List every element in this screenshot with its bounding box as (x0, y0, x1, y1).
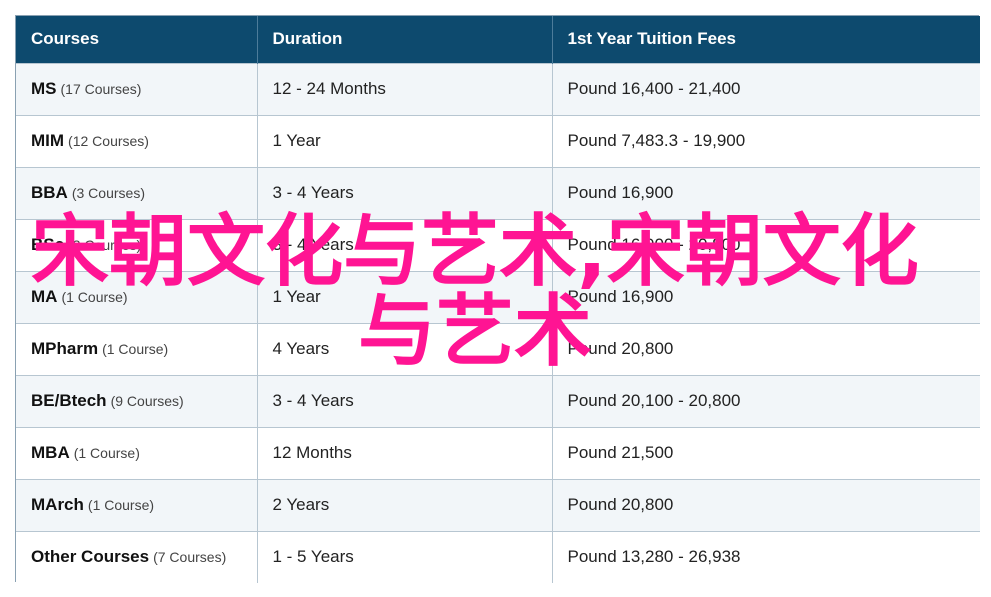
duration-cell: 3 - 4 Years (257, 374, 553, 427)
course-count: (1 Course) (102, 341, 169, 357)
header-duration: Duration (257, 16, 553, 63)
course-name[interactable]: MBA (31, 443, 70, 462)
courses-table: Courses Duration 1st Year Tuition Fees M… (16, 16, 980, 583)
table-row: BBA (3 Courses) 3 - 4 Years Pound 16,900 (16, 166, 980, 219)
table-row: Other Courses (7 Courses) 1 - 5 Years Pou… (16, 530, 980, 583)
fees-cell: Pound 20,100 - 20,800 (552, 374, 980, 427)
duration-cell: 3 - 4 Years (257, 166, 553, 219)
course-cell: MIM (12 Courses) (16, 114, 258, 167)
course-count: (1 Course) (73, 445, 140, 461)
course-cell: MArch (1 Course) (16, 478, 258, 531)
course-name[interactable]: MArch (31, 495, 84, 514)
course-name[interactable]: BBA (31, 183, 68, 202)
fees-cell: Pound 20,800 (552, 478, 980, 531)
fees-cell: Pound 7,483.3 - 19,900 (552, 114, 980, 167)
course-cell: MA (1 Course) (16, 270, 258, 323)
header-fees: 1st Year Tuition Fees (567, 29, 737, 49)
course-count: (1 Course) (87, 497, 155, 513)
table-row: BE/Btech (9 Courses) 3 - 4 Years Pound 20… (16, 374, 980, 427)
course-cell: BE/Btech (9 Courses) (16, 374, 258, 427)
course-count: (9 Courses) (110, 393, 184, 409)
courses-table-container: Courses Duration 1st Year Tuition Fees M… (15, 15, 980, 583)
course-cell: MBA (1 Course) (16, 426, 258, 479)
table-body: MS (17 Courses) 12 - 24 Months Pound 16,4… (16, 62, 980, 583)
course-cell: Other Courses (7 Courses) (16, 530, 258, 583)
duration-cell: 12 Months (257, 426, 553, 479)
header-courses: Courses (16, 16, 258, 63)
fees-cell: Pound 16,900 (552, 270, 980, 323)
fees-cell: Pound 16,400 - 21,400 (552, 62, 980, 115)
fees-cell: Pound 16,900 (552, 166, 980, 219)
duration-cell: 1 Year (257, 270, 553, 323)
course-count: (12 Courses) (68, 133, 149, 149)
course-name[interactable]: MIM (31, 131, 64, 150)
course-cell: BBA (3 Courses) (16, 166, 258, 219)
course-name[interactable]: MPharm (31, 339, 98, 358)
table-header: Courses Duration 1st Year Tuition Fees (16, 16, 980, 63)
course-count: (3 Courses) (71, 185, 145, 201)
duration-cell: 4 Years (257, 322, 553, 375)
table-row: BSc (3 Courses) 3 - 4 Years Pound 16,900 … (16, 218, 980, 271)
course-cell: BSc (3 Courses) (16, 218, 258, 271)
course-name[interactable]: BSc (31, 235, 64, 254)
fees-cell: Pound 20,800 (552, 322, 980, 375)
header-row: Courses Duration 1st Year Tuition Fees (16, 16, 980, 63)
course-count: (7 Courses) (153, 549, 227, 566)
table-row: MPharm (1 Course) 4 Years Pound 20,800 (16, 322, 980, 375)
course-cell: MPharm (1 Course) (16, 322, 258, 375)
fees-cell: Pound 16,900 - 20,800 (552, 218, 980, 271)
duration-cell: 12 - 24 Months (257, 62, 553, 115)
table-row: MA (1 Course) 1 Year Pound 16,900 (16, 270, 980, 323)
fees-cell: Pound 13,280 - 26,938 (552, 530, 980, 583)
course-name[interactable]: MS (31, 79, 57, 98)
course-count: (17 Courses) (60, 81, 142, 97)
course-name[interactable]: Other Courses (31, 547, 149, 566)
table-row: MIM (12 Courses) 1 Year Pound 7,483.3 - 1… (16, 114, 980, 167)
course-cell: MS (17 Courses) (16, 62, 258, 115)
duration-cell: 1 Year (257, 114, 553, 167)
duration-cell: 1 - 5 Years (257, 530, 553, 583)
table-row: MBA (1 Course) 12 Months Pound 21,500 (16, 426, 980, 479)
course-count: (3 Courses) (68, 237, 142, 253)
table-row: MS (17 Courses) 12 - 24 Months Pound 16,4… (16, 62, 980, 115)
course-count: (1 Course) (61, 289, 128, 305)
fees-cell: Pound 21,500 (552, 426, 980, 479)
table-row: MArch (1 Course) 2 Years Pound 20,800 (16, 478, 980, 531)
duration-cell: 2 Years (257, 478, 553, 531)
duration-cell: 3 - 4 Years (257, 218, 553, 271)
course-name[interactable]: MA (31, 287, 57, 306)
course-name[interactable]: BE/Btech (31, 391, 107, 410)
